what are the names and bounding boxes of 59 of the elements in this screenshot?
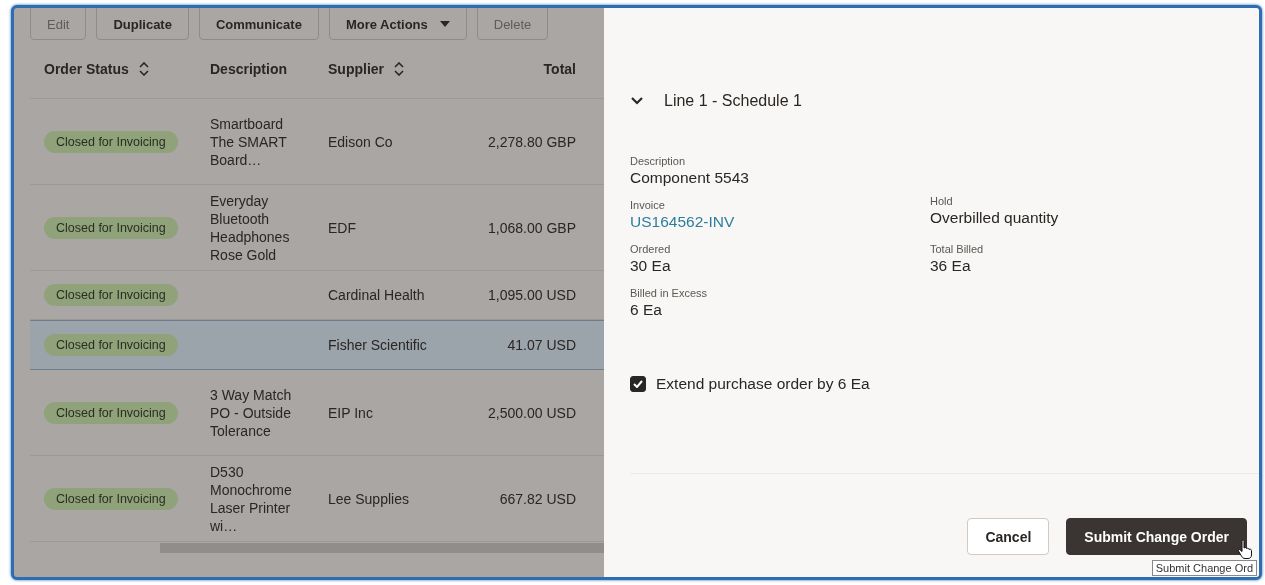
hand-cursor-icon [1237, 539, 1253, 559]
table-cell: 1,068.00 GBP [488, 219, 576, 236]
table-cell: 2,278.80 GBP [488, 133, 576, 150]
chevron-icon[interactable] [630, 96, 644, 106]
column-header[interactable]: Supplier [328, 61, 464, 77]
table-cell: Lee Supplies [328, 490, 409, 507]
column-header[interactable]: Order Status [30, 61, 210, 77]
field-label: Billed in Excess [630, 287, 709, 299]
table-cell-text: Smartboard The SMART Board… [210, 114, 288, 169]
section-title: Line 1 - Schedule 1 [664, 92, 802, 110]
table-row[interactable]: Closed for Invoicing Smartboard The SMART Board… Edison Co 2,278.80 GBP [30, 99, 604, 185]
column-header: Description [210, 61, 288, 77]
field-value: 30 Ea [630, 257, 672, 275]
check-icon [633, 380, 643, 388]
table-cell-text: Everyday Bluetooth Headphones Rose Gold [210, 191, 291, 264]
table-cell: 2,500.00 USD [488, 404, 576, 421]
toolbar-button[interactable]: More Actions [328, 8, 467, 40]
table-cell: 667.82 USD [499, 490, 576, 507]
table-row[interactable]: Closed for Invoicing Fisher Scientific 41.07 USD [30, 320, 604, 370]
status-badge: Closed for Invoicing [44, 216, 178, 239]
column-header: Total [542, 61, 576, 77]
field-value: Component 5543 [630, 169, 750, 187]
field-label: Hold [930, 195, 954, 207]
field-value: 6 Ea [630, 301, 663, 319]
table-row[interactable]: Closed for Invoicing D530 Monochrome Laser Printer wi… Lee Supplies 667.82 USD [30, 456, 604, 542]
status-badge: Closed for Invoicing [44, 401, 178, 424]
table-cell: EIP Inc [328, 404, 373, 421]
field-value: 36 Ea [930, 257, 972, 275]
checkbox[interactable] [630, 376, 646, 392]
submit-button[interactable]: Submit Change Order [1066, 518, 1247, 555]
toolbar-button[interactable]: Duplicate [96, 8, 189, 40]
field-label: Invoice [630, 199, 666, 211]
sort-icon [394, 62, 404, 76]
scrollbar[interactable] [160, 543, 604, 553]
field-value: Overbilled quantity [930, 209, 1060, 227]
status-badge: Closed for Invoicing [44, 487, 178, 510]
table-cell: 41.07 USD [507, 337, 576, 353]
status-badge: Closed for Invoicing [44, 130, 178, 153]
caret-icon [439, 21, 450, 27]
tooltip: Submit Change Ord [1151, 560, 1257, 576]
table-cell: Fisher Scientific [328, 337, 427, 353]
cancel-button[interactable]: Cancel [967, 518, 1050, 555]
status-badge: Closed for Invoicing [44, 284, 178, 306]
toolbar-button[interactable]: Communicate [198, 8, 319, 40]
table-cell: EDF [328, 219, 356, 236]
field-label: Ordered [630, 243, 672, 255]
table-cell-text: 3 Way Match PO - Outside Tolerance [210, 385, 293, 440]
table-row[interactable]: Closed for Invoicing Everyday Bluetooth Headphones Rose Gold EDF 1,068.00 GBP [30, 185, 604, 271]
field-label: Description [630, 155, 687, 167]
invoice-link[interactable]: US164562-INV [630, 213, 930, 231]
checkbox-label: Extend purchase order by 6 Ea [656, 375, 870, 393]
table-cell-text: D530 Monochrome Laser Printer wi… [210, 462, 293, 535]
status-badge: Closed for Invoicing [44, 334, 178, 356]
table-cell: Cardinal Health [328, 287, 425, 303]
table-cell: Edison Co [328, 133, 393, 150]
field-label: Total Billed [930, 243, 985, 255]
sort-icon [138, 62, 149, 76]
table-row[interactable]: Closed for Invoicing 3 Way Match PO - Outside Tolerance EIP Inc 2,500.00 USD [30, 370, 604, 456]
table-cell: 1,095.00 USD [488, 287, 576, 303]
